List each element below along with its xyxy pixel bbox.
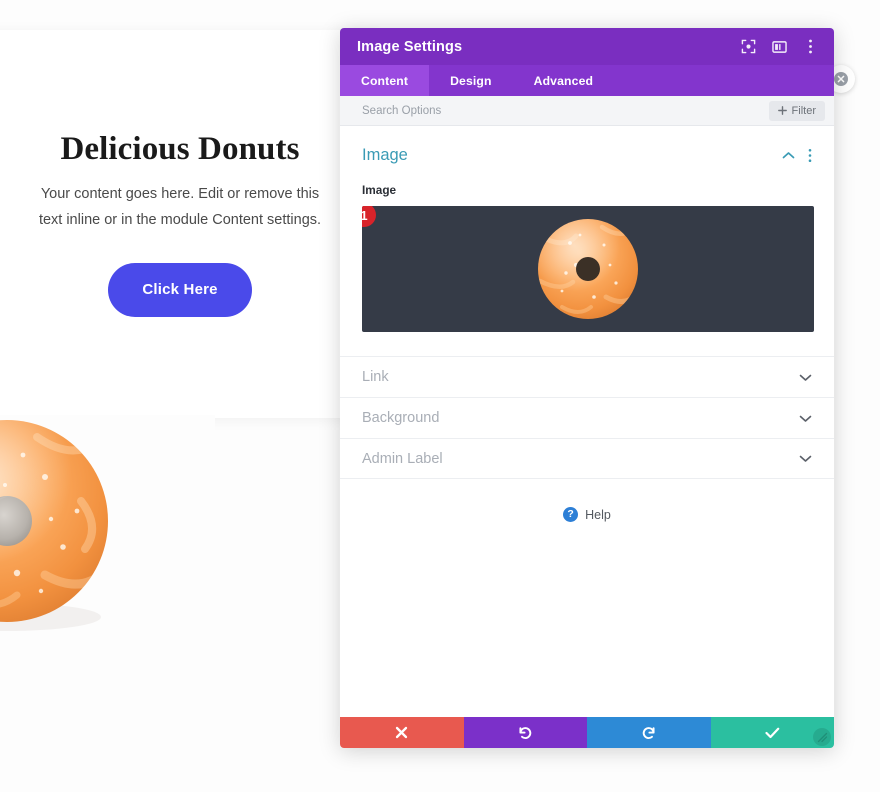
tab-design[interactable]: Design: [429, 65, 513, 96]
close-x-icon: [396, 726, 408, 739]
donut-photo: [0, 415, 215, 650]
layout-toggle-button[interactable]: [770, 37, 789, 56]
section-admin-label-label: Admin Label: [362, 450, 443, 467]
filter-button[interactable]: Filter: [768, 100, 825, 121]
close-circle-icon: [834, 72, 848, 86]
donut-thumbnail: [538, 219, 638, 319]
redo-arrow-icon: [642, 726, 655, 739]
layout-columns-icon: [772, 40, 787, 53]
chevron-up-icon: [782, 152, 795, 159]
panel-footer: [340, 717, 834, 748]
help-label: Help: [585, 507, 611, 522]
page-body-text: Your content goes here. Edit or remove t…: [38, 186, 322, 228]
undo-arrow-icon: [519, 726, 532, 739]
section-background[interactable]: Background: [340, 397, 834, 438]
panel-more-button[interactable]: [801, 37, 820, 56]
help-link[interactable]: ? Help: [340, 507, 834, 522]
panel-tabs: Content Design Advanced: [340, 65, 834, 96]
panel-resize-handle[interactable]: [813, 728, 831, 746]
content-card: Delicious Donuts Your content goes here.…: [0, 30, 380, 418]
panel-titlebar: Image Settings: [340, 28, 834, 65]
step-badge-1: 1: [362, 206, 376, 227]
page-title: Delicious Donuts: [60, 131, 300, 168]
collapse-section-button[interactable]: [782, 151, 795, 160]
image-field-label: Image: [362, 183, 397, 197]
image-section-controls: [782, 148, 812, 163]
section-background-label: Background: [362, 410, 440, 426]
chevron-down-icon: [799, 374, 812, 381]
more-vertical-icon: [808, 149, 812, 162]
undo-button[interactable]: [463, 717, 587, 748]
question-circle-icon: ?: [563, 507, 579, 522]
search-input[interactable]: [362, 104, 769, 117]
tab-advanced[interactable]: Advanced: [513, 65, 614, 96]
more-vertical-icon: [809, 39, 812, 54]
plus-icon: [777, 106, 787, 115]
image-section-more-button[interactable]: [808, 148, 812, 163]
collapsed-sections: Link Background Admin Label: [340, 356, 834, 479]
section-link-label: Link: [362, 369, 389, 385]
section-link[interactable]: Link: [340, 356, 834, 397]
section-admin-label[interactable]: Admin Label: [340, 438, 834, 479]
image-section: Image Image 1: [340, 126, 834, 332]
content-card-inner: Delicious Donuts Your content goes here.…: [0, 30, 360, 418]
tab-content[interactable]: Content: [340, 65, 430, 96]
resize-grip-icon: [817, 732, 827, 742]
cancel-button[interactable]: [340, 717, 464, 748]
screen: Delicious Donuts Your content goes here.…: [0, 0, 880, 792]
panel-title: Image Settings: [357, 38, 463, 55]
chevron-down-icon: [799, 455, 812, 462]
fullscreen-icon: [741, 39, 756, 54]
image-section-title: Image: [362, 146, 408, 164]
image-settings-panel: Image Settings Content Design Advanced S…: [340, 28, 834, 748]
fullscreen-button[interactable]: [739, 37, 758, 56]
panel-body: Image Image 1 Link Background Admin Labe…: [340, 126, 834, 717]
image-upload-preview[interactable]: 1: [362, 206, 814, 332]
search-options-row: Filter: [340, 96, 834, 126]
filter-label: Filter: [791, 104, 816, 117]
chevron-down-icon: [799, 415, 812, 422]
checkmark-icon: [765, 727, 780, 738]
image-section-header: Image: [362, 146, 812, 165]
titlebar-icon-group: [739, 37, 820, 56]
click-here-button[interactable]: Click Here: [108, 262, 252, 317]
redo-button[interactable]: [587, 717, 711, 748]
